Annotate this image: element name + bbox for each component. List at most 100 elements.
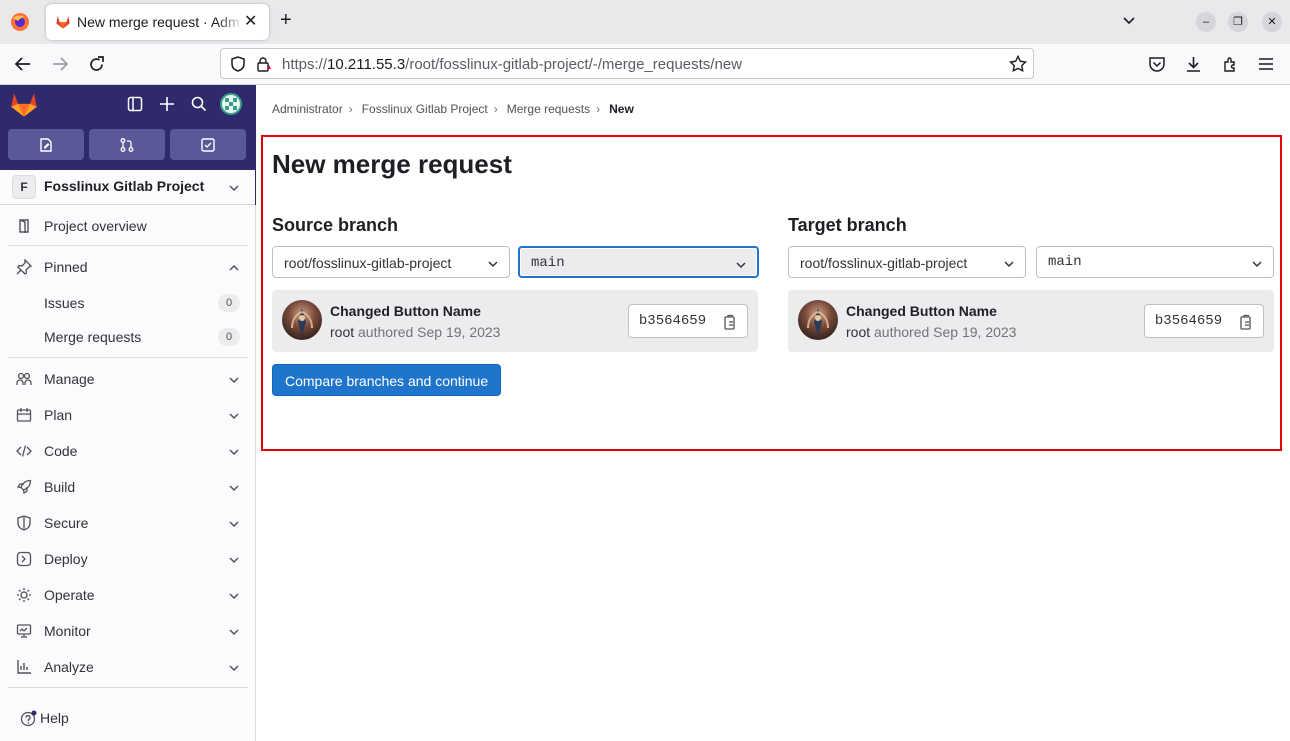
commit-meta: root authored Sep 19, 2023 [846, 324, 1016, 340]
chevron-down-icon [228, 482, 240, 494]
merge-requests-button[interactable] [89, 129, 165, 160]
sidebar-item-label: Code [44, 443, 78, 459]
chevron-down-icon [228, 662, 240, 674]
source-branch-value: main [531, 255, 565, 271]
sidebar-item-label: Merge requests [44, 329, 142, 345]
tab-close-icon[interactable]: ✕ [244, 14, 257, 30]
copy-sha-button[interactable] [1232, 304, 1264, 338]
chevron-down-icon [735, 259, 747, 271]
search-icon[interactable] [191, 96, 207, 112]
project-switcher[interactable]: F Fosslinux Gitlab Project [0, 170, 255, 205]
forward-arrow-icon[interactable] [51, 56, 69, 72]
bookmark-star-icon[interactable] [1009, 55, 1027, 73]
commit-meta: root authored Sep 19, 2023 [330, 324, 500, 340]
cloud-gear-icon [16, 587, 32, 603]
source-commit-card: Changed Button Name root authored Sep 19… [272, 290, 758, 352]
breadcrumb-item[interactable]: Merge requests [507, 102, 590, 116]
breadcrumb-item[interactable]: Administrator [272, 102, 343, 116]
firefox-icon[interactable] [10, 12, 30, 32]
source-project-dropdown[interactable]: root/fosslinux-gitlab-project [272, 246, 510, 278]
sidebar-item-issues[interactable]: Issues 0 [0, 287, 255, 319]
sidebar-item-label: Plan [44, 407, 73, 423]
reload-icon[interactable] [88, 56, 105, 73]
issues-count-badge: 0 [218, 294, 240, 312]
sidebar-item-secure[interactable]: Secure [0, 507, 255, 539]
sidebar-item-deploy[interactable]: Deploy [0, 543, 255, 575]
browser-navigation-bar: https://10.211.55.3/root/fosslinux-gitla… [0, 44, 1290, 85]
browser-tab-active[interactable]: New merge request · Administrator / Foss… [46, 4, 269, 40]
monitor-icon [16, 623, 32, 639]
window-close-button[interactable]: ✕ [1262, 12, 1282, 32]
sidebar-item-code[interactable]: Code [0, 435, 255, 467]
chevron-down-icon [228, 626, 240, 638]
help-label: Help [40, 710, 69, 726]
users-icon [16, 371, 32, 387]
list-tabs-chevron-icon[interactable] [1122, 14, 1136, 28]
sidebar-item-merge-requests[interactable]: Merge requests 0 [0, 321, 255, 353]
breadcrumb-item[interactable]: Fosslinux Gitlab Project [362, 102, 488, 116]
sidebar-item-label: Issues [44, 295, 85, 311]
commit-sha-button[interactable]: b3564659 [1144, 304, 1233, 338]
chevron-down-icon [228, 446, 240, 458]
compare-branches-button[interactable]: Compare branches and continue [272, 364, 502, 396]
commit-author-avatar[interactable] [798, 300, 838, 340]
extensions-icon[interactable] [1222, 56, 1239, 73]
gitlab-favicon-icon [55, 14, 71, 30]
sidebar-item-operate[interactable]: Operate [0, 579, 255, 611]
source-branch-dropdown[interactable]: main [518, 246, 759, 278]
commit-title[interactable]: Changed Button Name [846, 303, 997, 319]
merge-requests-count-badge: 0 [218, 328, 240, 346]
target-project-dropdown[interactable]: root/fosslinux-gitlab-project [788, 246, 1026, 278]
tab-title-fade [216, 8, 244, 36]
breadcrumb-current[interactable]: New [609, 102, 634, 116]
window-maximize-button[interactable]: ❐ [1228, 12, 1248, 32]
app-menu-icon[interactable] [1258, 56, 1274, 72]
sidebar-item-build[interactable]: Build [0, 471, 255, 503]
target-branch-value: main [1048, 254, 1082, 270]
breadcrumb-separator: › [348, 102, 353, 116]
shield-icon [16, 515, 32, 531]
copy-icon [724, 314, 735, 330]
create-new-plus-icon[interactable] [159, 96, 175, 112]
chevron-down-icon [487, 258, 499, 270]
pocket-icon[interactable] [1148, 56, 1166, 73]
sidebar-help[interactable]: Help [0, 702, 255, 734]
sidebar-item-monitor[interactable]: Monitor [0, 615, 255, 647]
sidebar-item-project-overview[interactable]: Project overview [0, 210, 255, 242]
sidebar-divider [8, 687, 248, 688]
user-avatar[interactable] [220, 93, 242, 115]
assigned-issues-button[interactable] [8, 129, 84, 160]
project-overview-icon [16, 218, 32, 234]
copy-sha-button[interactable] [716, 304, 748, 338]
sidebar-toggle-icon[interactable] [127, 96, 143, 112]
sidebar-item-plan[interactable]: Plan [0, 399, 255, 431]
sidebar-divider [8, 357, 248, 358]
todo-list-button[interactable] [170, 129, 246, 160]
address-bar[interactable]: https://10.211.55.3/root/fosslinux-gitla… [220, 48, 1034, 79]
main-content: Administrator › Fosslinux Gitlab Project › M… [256, 85, 1290, 741]
commit-author-avatar[interactable] [282, 300, 322, 340]
commit-author[interactable]: root [846, 324, 870, 340]
tracking-shield-icon[interactable] [230, 56, 246, 72]
target-branch-heading: Target branch [788, 215, 907, 235]
back-arrow-icon[interactable] [14, 56, 32, 72]
target-branch-dropdown[interactable]: main [1036, 246, 1274, 278]
downloads-icon[interactable] [1185, 56, 1202, 73]
commit-title[interactable]: Changed Button Name [330, 303, 481, 319]
lock-warning-icon[interactable] [256, 56, 272, 72]
commit-sha-button[interactable]: b3564659 [628, 304, 717, 338]
gitlab-sidebar: F Fosslinux Gitlab Project Project overv… [0, 85, 256, 741]
source-project-value: root/fosslinux-gitlab-project [284, 255, 452, 271]
project-name: Fosslinux Gitlab Project [44, 178, 205, 194]
gitlab-logo-icon[interactable] [10, 92, 38, 118]
commit-author[interactable]: root [330, 324, 354, 340]
url-text: https://10.211.55.3/root/fosslinux-gitla… [282, 56, 742, 73]
sidebar-item-pinned[interactable]: Pinned [0, 251, 255, 283]
window-minimize-button[interactable]: – [1196, 12, 1216, 32]
sidebar-item-analyze[interactable]: Analyze [0, 651, 255, 683]
sidebar-item-label: Monitor [44, 623, 91, 639]
sidebar-item-manage[interactable]: Manage [0, 363, 255, 395]
new-tab-button[interactable]: + [280, 10, 292, 30]
sidebar-item-label: Deploy [44, 551, 88, 567]
chevron-up-icon [228, 262, 240, 274]
